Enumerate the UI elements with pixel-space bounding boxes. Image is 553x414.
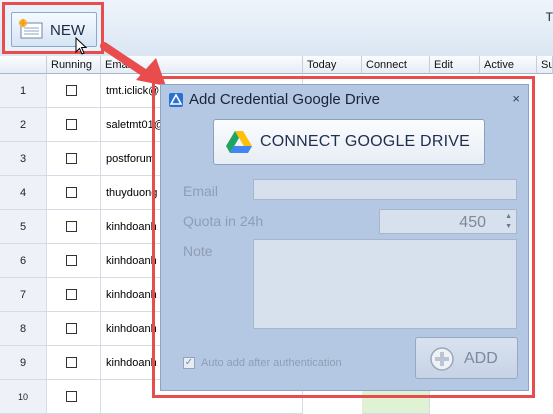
add-credential-dialog: Add Credential Google Drive × CONNECT GO… — [160, 84, 529, 391]
connect-google-drive-label: CONNECT GOOGLE DRIVE — [260, 133, 470, 150]
toolbar-right-text: T — [545, 10, 553, 24]
running-checkbox[interactable] — [66, 357, 77, 368]
app-icon — [169, 93, 183, 107]
running-cell — [47, 380, 101, 414]
dialog-title: Add Credential Google Drive — [189, 91, 380, 108]
running-cell — [47, 346, 101, 380]
toolbar: NEW T — [0, 0, 553, 57]
running-cell — [47, 210, 101, 244]
email-field[interactable] — [253, 179, 517, 200]
running-checkbox[interactable] — [66, 289, 77, 300]
running-checkbox[interactable] — [66, 153, 77, 164]
header-connect[interactable]: Connect — [362, 56, 430, 74]
email-label: Email — [183, 183, 219, 199]
auto-add-label: Auto add after authentication — [201, 357, 342, 369]
row-number: 8 — [0, 312, 47, 346]
running-checkbox[interactable] — [66, 85, 77, 96]
row-number: 2 — [0, 108, 47, 142]
row-number: 1 — [0, 74, 47, 108]
running-checkbox[interactable] — [66, 255, 77, 266]
running-checkbox[interactable] — [66, 323, 77, 334]
row-number: 10 — [0, 380, 47, 414]
new-button-highlight: NEW — [2, 2, 104, 55]
spin-down-icon[interactable]: ▼ — [505, 223, 512, 231]
connect-google-drive-button[interactable]: CONNECT GOOGLE DRIVE — [213, 119, 485, 165]
running-cell — [47, 176, 101, 210]
running-cell — [47, 278, 101, 312]
running-checkbox[interactable] — [66, 119, 77, 130]
header-edit[interactable]: Edit — [430, 56, 480, 74]
quota-label: Quota in 24h — [183, 213, 264, 229]
quota-stepper[interactable]: 450 ▲ ▼ — [379, 209, 517, 234]
close-icon[interactable]: × — [512, 91, 520, 106]
mouse-cursor-icon — [75, 37, 88, 55]
add-button[interactable]: ADD — [415, 337, 518, 379]
running-cell — [47, 74, 101, 108]
row-number: 7 — [0, 278, 47, 312]
plus-circle-icon — [430, 347, 454, 371]
row-number: 5 — [0, 210, 47, 244]
running-cell — [47, 312, 101, 346]
row-number: 6 — [0, 244, 47, 278]
header-rownum — [0, 56, 47, 74]
quota-value: 450 — [459, 214, 486, 231]
spin-up-icon[interactable]: ▲ — [505, 213, 512, 221]
row-number: 3 — [0, 142, 47, 176]
running-cell — [47, 244, 101, 278]
new-document-icon — [18, 18, 43, 39]
running-checkbox[interactable] — [66, 187, 77, 198]
running-checkbox[interactable] — [66, 391, 77, 402]
header-su[interactable]: Su — [537, 56, 553, 74]
running-checkbox[interactable] — [66, 221, 77, 232]
add-button-label: ADD — [464, 350, 498, 367]
running-cell — [47, 142, 101, 176]
row-number: 4 — [0, 176, 47, 210]
auto-add-checkbox[interactable]: ✓ — [183, 357, 195, 369]
header-active[interactable]: Active — [480, 56, 537, 74]
header-today[interactable]: Today — [303, 56, 362, 74]
header-running[interactable]: Running — [47, 56, 101, 74]
running-cell — [47, 108, 101, 142]
row-number: 9 — [0, 346, 47, 380]
note-field[interactable] — [253, 239, 517, 329]
note-label: Note — [183, 243, 213, 259]
google-drive-icon — [226, 131, 252, 153]
